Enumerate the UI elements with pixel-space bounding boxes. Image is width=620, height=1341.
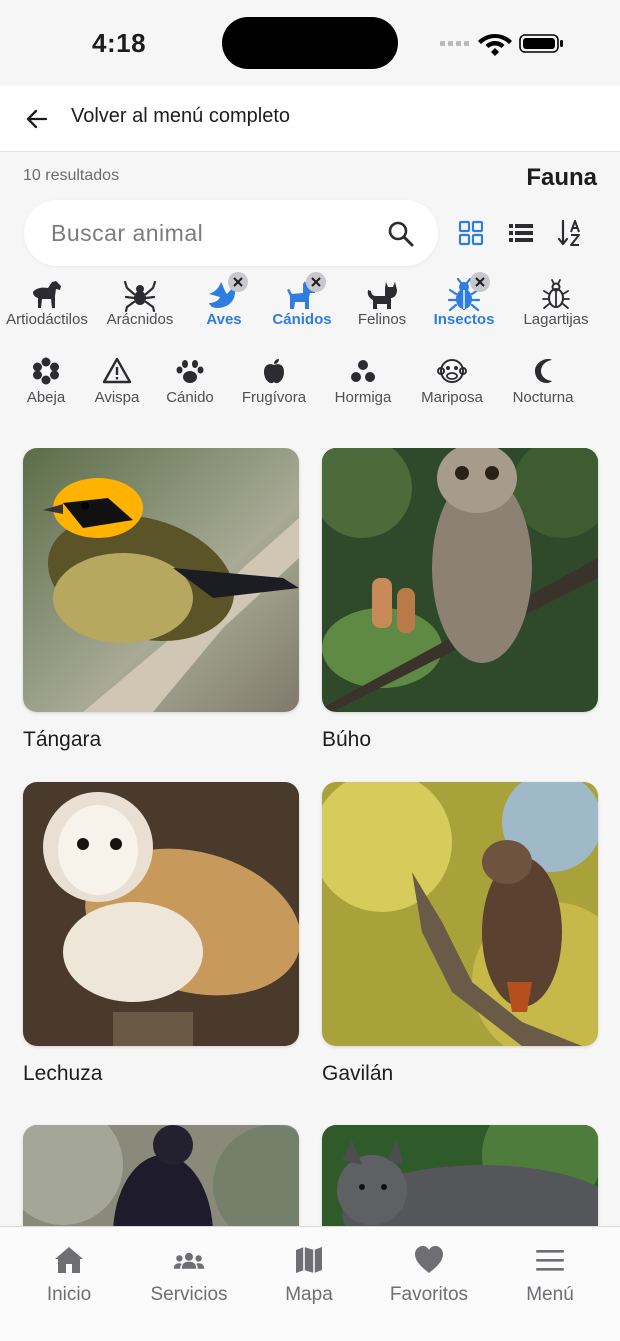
- grid-view-button[interactable]: [456, 218, 486, 248]
- tag-filter-row: Abeja Avispa Cánido Frugívora Hormiga Ma…: [0, 350, 620, 416]
- warning-icon: [102, 357, 132, 384]
- animal-photo: [322, 1125, 598, 1226]
- status-time: 4:18: [92, 28, 147, 58]
- moon-icon: [535, 359, 552, 383]
- filter-chip-nocturna[interactable]: Nocturna: [493, 350, 593, 416]
- filter-chip-mariposa[interactable]: Mariposa: [402, 350, 502, 416]
- tab-label: Mapa: [285, 1284, 333, 1305]
- menu-icon: [536, 1250, 564, 1271]
- flower-icon: [33, 357, 59, 385]
- filter-label: Nocturna: [512, 389, 574, 406]
- filter-chip-frugivora[interactable]: Frugívora: [224, 350, 324, 416]
- dynamic-island: [222, 17, 398, 69]
- map-icon: [296, 1247, 322, 1273]
- animal-photo: [23, 1125, 299, 1226]
- remove-filter-aves[interactable]: [228, 272, 248, 292]
- section-title: Fauna: [526, 164, 597, 191]
- cat-icon: [367, 282, 397, 309]
- search-input[interactable]: [51, 216, 371, 250]
- animal-name: Búho: [322, 728, 372, 751]
- tab-mapa[interactable]: Mapa: [247, 1227, 371, 1317]
- beetle-icon: [542, 279, 570, 309]
- tab-label: Servicios: [150, 1284, 228, 1305]
- list-view-icon: [509, 224, 533, 242]
- animal-photo: [322, 782, 598, 1046]
- monkey-icon: [437, 359, 467, 383]
- filter-chip-artiodactilos[interactable]: Artiodáctilos: [0, 272, 97, 338]
- status-icons: [440, 34, 563, 56]
- animal-grid: Tángara Búho Lechuza Gavilán: [0, 448, 620, 1226]
- grid-view-icon: [458, 220, 484, 246]
- tab-label: Menú: [526, 1284, 574, 1305]
- home-icon: [55, 1247, 83, 1273]
- back-arrow-icon: [26, 109, 48, 129]
- status-bar: 4:18: [0, 0, 620, 86]
- filter-chip-insectos[interactable]: Insectos: [414, 272, 514, 338]
- search-icon[interactable]: [386, 219, 416, 249]
- tab-inicio[interactable]: Inicio: [7, 1227, 131, 1317]
- wifi-icon: [478, 34, 512, 56]
- tab-favoritos[interactable]: Favoritos: [367, 1227, 491, 1317]
- remove-filter-canidos[interactable]: [306, 272, 326, 292]
- filter-chip-lagartijas[interactable]: Lagartijas: [506, 272, 606, 338]
- tab-servicios[interactable]: Servicios: [127, 1227, 251, 1317]
- animal-photo: [23, 448, 299, 712]
- people-icon: [173, 1252, 205, 1269]
- close-icon: [233, 277, 243, 287]
- tab-menu[interactable]: Menú: [488, 1227, 612, 1317]
- dots-icon: [351, 360, 375, 382]
- heart-icon: [415, 1246, 443, 1273]
- list-view-button[interactable]: [506, 218, 536, 248]
- animal-photo: [23, 782, 299, 1046]
- close-icon: [475, 277, 485, 287]
- close-icon: [311, 277, 321, 287]
- tab-label: Favoritos: [389, 1284, 469, 1305]
- filter-chip-hormiga[interactable]: Hormiga: [313, 350, 413, 416]
- filter-label: Lagartijas: [523, 311, 589, 328]
- animal-photo: [322, 448, 598, 712]
- signal-icon: [440, 41, 469, 46]
- animal-name: Lechuza: [23, 1062, 103, 1085]
- bottom-tab-bar: Inicio Servicios Mapa Favoritos Menú: [0, 1226, 620, 1341]
- horse-icon: [33, 281, 61, 308]
- remove-filter-insectos[interactable]: [470, 272, 490, 292]
- paw-icon: [176, 360, 204, 383]
- apple-icon: [264, 359, 284, 384]
- category-filter-row: Artiodáctilos Arácnidos Aves Cánidos Fel…: [0, 272, 620, 338]
- nav-header: Volver al menú completo: [0, 86, 620, 152]
- battery-icon: [519, 34, 563, 53]
- tab-label: Inicio: [46, 1284, 92, 1305]
- back-button[interactable]: [22, 104, 52, 134]
- animal-name: Gavilán: [322, 1062, 394, 1085]
- search-box[interactable]: [24, 200, 438, 266]
- sort-button[interactable]: [556, 218, 586, 248]
- back-label[interactable]: Volver al menú completo: [71, 105, 290, 128]
- animal-name: Tángara: [23, 728, 102, 751]
- sort-alpha-icon: [557, 219, 580, 246]
- spider-icon: [123, 280, 157, 312]
- results-count: 10 resultados: [23, 167, 120, 184]
